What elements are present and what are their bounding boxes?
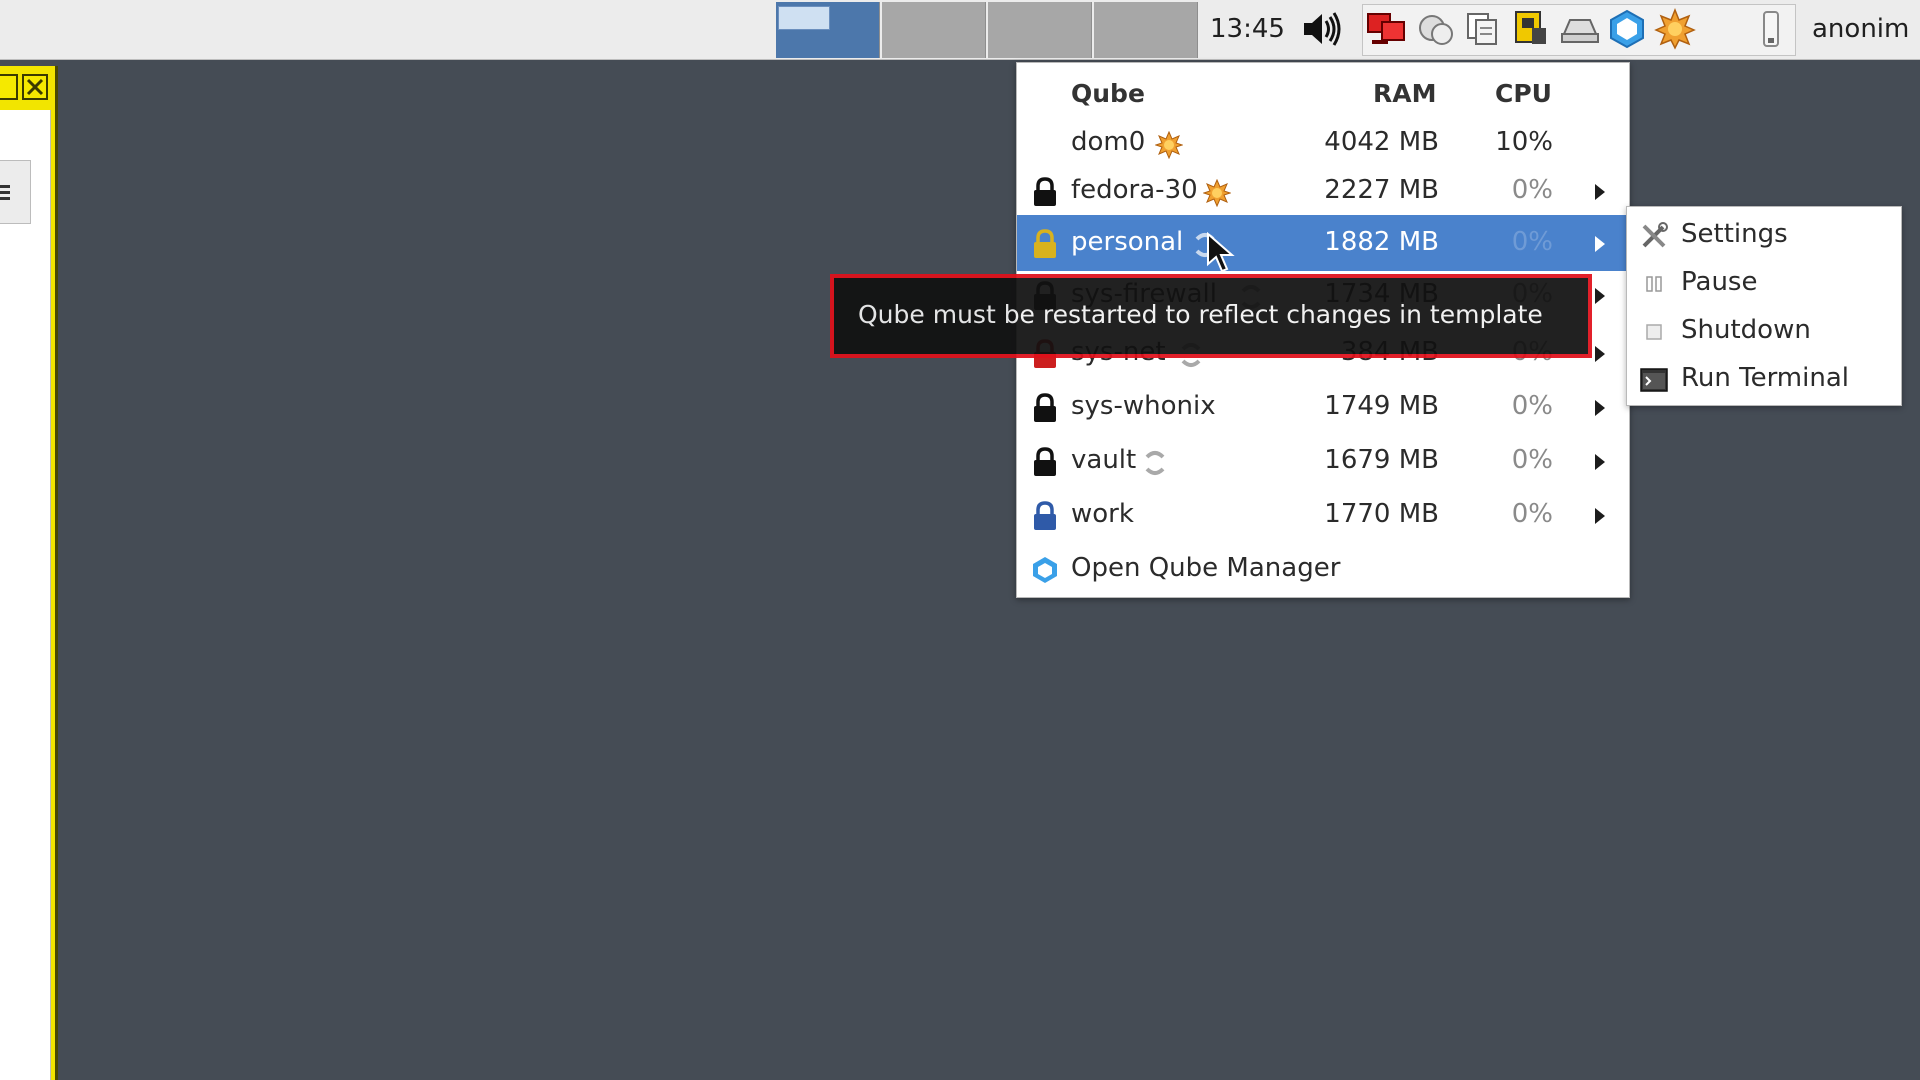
menu-header: Qube RAM CPU bbox=[1017, 71, 1629, 119]
open-qube-manager-label: Open Qube Manager bbox=[1071, 553, 1341, 583]
qube-submenu: Settings Pause Shutdown Run Terminal bbox=[1626, 206, 1902, 406]
qube-name: vault bbox=[1071, 445, 1137, 475]
restart-required-tooltip: Qube must be restarted to reflect change… bbox=[830, 274, 1592, 358]
shutdown-label: Shutdown bbox=[1681, 315, 1811, 345]
qube-ram: 1770 MB bbox=[1324, 499, 1439, 529]
qube-row-work[interactable]: work 1770 MB 0% bbox=[1017, 491, 1629, 539]
clock[interactable]: 13:45 bbox=[1210, 14, 1285, 44]
lock-icon bbox=[1034, 393, 1056, 422]
qube-ram: 1882 MB bbox=[1324, 227, 1439, 257]
close-button[interactable] bbox=[22, 74, 48, 100]
updates-icon bbox=[1203, 179, 1231, 207]
hamburger-menu-button[interactable] bbox=[0, 160, 31, 224]
workspace-window-thumbnail bbox=[778, 6, 830, 30]
qube-name: personal bbox=[1071, 227, 1184, 257]
qube-row-personal[interactable]: personal 1882 MB 0% bbox=[1017, 215, 1629, 271]
lock-icon bbox=[1034, 501, 1056, 530]
network-icon[interactable] bbox=[1366, 8, 1408, 50]
pause-menu-item[interactable]: Pause bbox=[1627, 259, 1901, 307]
header-qube: Qube bbox=[1071, 79, 1145, 108]
shutdown-icon bbox=[1646, 324, 1662, 340]
username-label[interactable]: anonim bbox=[1812, 14, 1909, 44]
pause-label: Pause bbox=[1681, 267, 1758, 297]
close-icon bbox=[26, 78, 44, 96]
qube-name: fedora-30 bbox=[1071, 175, 1198, 205]
submenu-arrow-icon bbox=[1595, 184, 1605, 200]
qube-manager-icon bbox=[1033, 557, 1057, 583]
qube-cpu: 0% bbox=[1511, 391, 1553, 421]
top-panel: 13:45 anonim bbox=[0, 0, 1920, 60]
window-content bbox=[0, 110, 51, 1080]
mouse-cursor-icon bbox=[1207, 232, 1235, 273]
restart-icon bbox=[1145, 451, 1165, 475]
pause-icon bbox=[1646, 276, 1662, 292]
cloud-icon[interactable] bbox=[1414, 8, 1456, 50]
hamburger-icon bbox=[0, 185, 10, 200]
settings-label: Settings bbox=[1681, 219, 1788, 249]
clipboard-icon[interactable] bbox=[1462, 8, 1504, 50]
terminal-icon bbox=[1640, 368, 1668, 392]
updates-icon[interactable] bbox=[1654, 8, 1696, 50]
disk-icon[interactable] bbox=[1558, 8, 1600, 50]
submenu-arrow-icon bbox=[1595, 400, 1605, 416]
qube-name: dom0 bbox=[1071, 127, 1146, 157]
qube-ram: 1679 MB bbox=[1324, 445, 1439, 475]
tooltip-text: Qube must be restarted to reflect change… bbox=[858, 300, 1543, 329]
settings-menu-item[interactable]: Settings bbox=[1627, 211, 1901, 259]
qube-ram: 2227 MB bbox=[1324, 175, 1439, 205]
workspace-4-button[interactable] bbox=[1094, 2, 1198, 58]
workspace-2-button[interactable] bbox=[882, 2, 986, 58]
qube-ram: 4042 MB bbox=[1324, 127, 1439, 157]
header-cpu: CPU bbox=[1495, 79, 1552, 108]
lock-icon bbox=[1034, 229, 1056, 258]
shutdown-menu-item[interactable]: Shutdown bbox=[1627, 307, 1901, 355]
qubes-icon[interactable] bbox=[1606, 8, 1648, 50]
lock-icon bbox=[1034, 177, 1056, 206]
qube-row-sys-whonix[interactable]: sys-whonix 1749 MB 0% bbox=[1017, 383, 1629, 431]
qube-row-vault[interactable]: vault 1679 MB 0% bbox=[1017, 437, 1629, 485]
devices-icon[interactable] bbox=[1510, 8, 1552, 50]
open-qube-manager-item[interactable]: Open Qube Manager bbox=[1017, 545, 1629, 593]
qube-cpu: 0% bbox=[1511, 175, 1553, 205]
lock-icon bbox=[1034, 447, 1056, 476]
maximize-button[interactable] bbox=[0, 74, 18, 100]
qube-ram: 1749 MB bbox=[1324, 391, 1439, 421]
qube-row-fedora-30[interactable]: fedora-30 2227 MB 0% bbox=[1017, 167, 1629, 215]
qube-name: work bbox=[1071, 499, 1134, 529]
submenu-arrow-icon bbox=[1595, 454, 1605, 470]
submenu-arrow-icon bbox=[1595, 236, 1605, 252]
workspace-1-button[interactable] bbox=[776, 2, 880, 58]
qube-row-dom0[interactable]: dom0 4042 MB 10% bbox=[1017, 119, 1629, 167]
qube-name: sys-whonix bbox=[1071, 391, 1216, 421]
window-frame bbox=[0, 66, 58, 1080]
run-terminal-menu-item[interactable]: Run Terminal bbox=[1627, 355, 1901, 403]
header-ram: RAM bbox=[1373, 79, 1437, 108]
submenu-arrow-icon bbox=[1595, 508, 1605, 524]
qube-cpu: 0% bbox=[1511, 499, 1553, 529]
updates-icon bbox=[1155, 131, 1183, 159]
submenu-arrow-icon bbox=[1595, 288, 1605, 304]
qube-cpu: 0% bbox=[1511, 227, 1553, 257]
qube-cpu: 10% bbox=[1495, 127, 1553, 157]
workspace-3-button[interactable] bbox=[988, 2, 1092, 58]
battery-icon[interactable] bbox=[1750, 8, 1792, 50]
volume-icon[interactable] bbox=[1300, 8, 1342, 50]
submenu-arrow-icon bbox=[1595, 346, 1605, 362]
run-terminal-label: Run Terminal bbox=[1681, 363, 1849, 393]
settings-icon bbox=[1642, 222, 1668, 248]
qube-cpu: 0% bbox=[1511, 445, 1553, 475]
